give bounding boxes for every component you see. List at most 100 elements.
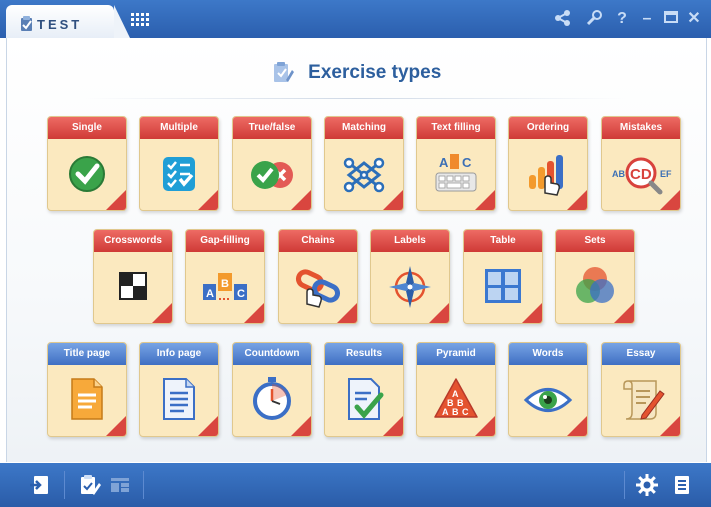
corner-marker [337, 303, 357, 323]
svg-text:B: B [221, 278, 229, 290]
true-false-icon [251, 161, 293, 189]
exercise-card-mistakes[interactable]: Mistakes AB EF CD [601, 116, 681, 211]
crossword-icon [119, 272, 147, 300]
exercise-card-multiple[interactable]: Multiple [139, 116, 219, 211]
exercise-card-true-false[interactable]: True/false [232, 116, 312, 211]
card-label: Essay [602, 343, 680, 365]
svg-text:A: A [442, 407, 449, 417]
corner-marker [383, 190, 403, 210]
corner-marker [660, 190, 680, 210]
app-title: TEST [37, 17, 83, 32]
exercise-card-crosswords[interactable]: Crosswords [93, 229, 173, 324]
app-window: TEST ? – ✕ Exercise types Single Multipl… [0, 0, 711, 507]
exercise-card-ordering[interactable]: Ordering [508, 116, 588, 211]
corner-marker [198, 190, 218, 210]
compass-icon [389, 266, 431, 308]
close-icon[interactable]: ✕ [684, 9, 704, 29]
exercise-card-single[interactable]: Single [47, 116, 127, 211]
table-icon [485, 269, 521, 303]
corner-marker [475, 190, 495, 210]
exercise-card-info-page[interactable]: Info page [139, 342, 219, 437]
main-content: Exercise types Single Multiple True/fals… [6, 38, 707, 462]
exercise-card-results[interactable]: Results [324, 342, 404, 437]
corner-marker [567, 190, 587, 210]
title-bar: TEST ? – ✕ [0, 0, 711, 38]
maximize-icon[interactable] [661, 9, 681, 29]
corner-marker [152, 303, 172, 323]
pyramid-icon: A B B A B C [434, 378, 478, 418]
card-label: True/false [233, 117, 311, 139]
card-label: Countdown [233, 343, 311, 365]
corner-marker [106, 190, 126, 210]
page-heading: Exercise types [7, 62, 706, 84]
svg-text:CD: CD [630, 166, 652, 183]
exercise-card-countdown[interactable]: Countdown [232, 342, 312, 437]
exercise-card-pyramid[interactable]: Pyramid A B B A B C [416, 342, 496, 437]
card-label: Text filling [417, 117, 495, 139]
toolbar-separator [64, 471, 65, 499]
help-icon[interactable]: ? [612, 9, 632, 29]
card-label: Sets [556, 230, 634, 252]
card-label: Ordering [509, 117, 587, 139]
corner-marker [475, 416, 495, 436]
exercise-card-matching[interactable]: Matching [324, 116, 404, 211]
card-label: Mistakes [602, 117, 680, 139]
scroll-icon [623, 380, 665, 420]
svg-text:C: C [462, 155, 472, 170]
exercise-card-labels[interactable]: Labels [370, 229, 450, 324]
app-tab[interactable]: TEST [6, 5, 130, 38]
card-label: Table [464, 230, 542, 252]
gap-filling-icon: A B C [203, 273, 247, 300]
exercise-card-title-page[interactable]: Title page [47, 342, 127, 437]
exercise-card-essay[interactable]: Essay [601, 342, 681, 437]
svg-text:C: C [462, 407, 469, 417]
exercise-card-sets[interactable]: Sets [555, 229, 635, 324]
card-label: Pyramid [417, 343, 495, 365]
eye-icon [523, 388, 573, 412]
chain-icon [295, 269, 341, 308]
layout-icon[interactable] [108, 473, 132, 497]
info-page-icon [163, 378, 195, 420]
checkmark-icon [69, 156, 105, 192]
card-label: Title page [48, 343, 126, 365]
minimize-icon[interactable]: – [637, 9, 657, 29]
matching-icon [343, 157, 385, 193]
card-label: Single [48, 117, 126, 139]
toolbar-separator [143, 471, 144, 499]
document-icon[interactable] [670, 473, 694, 497]
card-label: Multiple [140, 117, 218, 139]
keyboard-icon: A C [435, 154, 477, 192]
corner-marker [291, 190, 311, 210]
stopwatch-icon [253, 377, 291, 420]
heading-divider [85, 98, 625, 99]
bottom-toolbar [0, 463, 711, 507]
page-title: Exercise types [308, 62, 442, 83]
exercise-card-gap-filling[interactable]: Gap-filling A B C [185, 229, 265, 324]
card-label: Matching [325, 117, 403, 139]
svg-text:C: C [237, 288, 245, 300]
grid-icon[interactable] [130, 12, 152, 26]
corner-marker [614, 303, 634, 323]
corner-marker [383, 416, 403, 436]
title-page-icon [71, 378, 103, 420]
card-label: Info page [140, 343, 218, 365]
card-label: Chains [279, 230, 357, 252]
settings-icon[interactable] [635, 473, 659, 497]
card-label: Labels [371, 230, 449, 252]
card-label: Words [509, 343, 587, 365]
exercise-card-chains[interactable]: Chains [278, 229, 358, 324]
exercise-card-table[interactable]: Table [463, 229, 543, 324]
ordering-icon [529, 155, 563, 196]
exit-icon[interactable] [28, 473, 52, 497]
corner-marker [198, 416, 218, 436]
share-icon[interactable] [553, 9, 573, 29]
results-icon [348, 378, 384, 420]
tools-icon[interactable] [584, 9, 604, 29]
edit-test-icon[interactable] [78, 473, 102, 497]
exercise-card-text-filling[interactable]: Text filling A C [416, 116, 496, 211]
app-logo-icon [21, 16, 32, 31]
card-label: Results [325, 343, 403, 365]
exercise-card-words[interactable]: Words [508, 342, 588, 437]
corner-marker [522, 303, 542, 323]
card-label: Crosswords [94, 230, 172, 252]
